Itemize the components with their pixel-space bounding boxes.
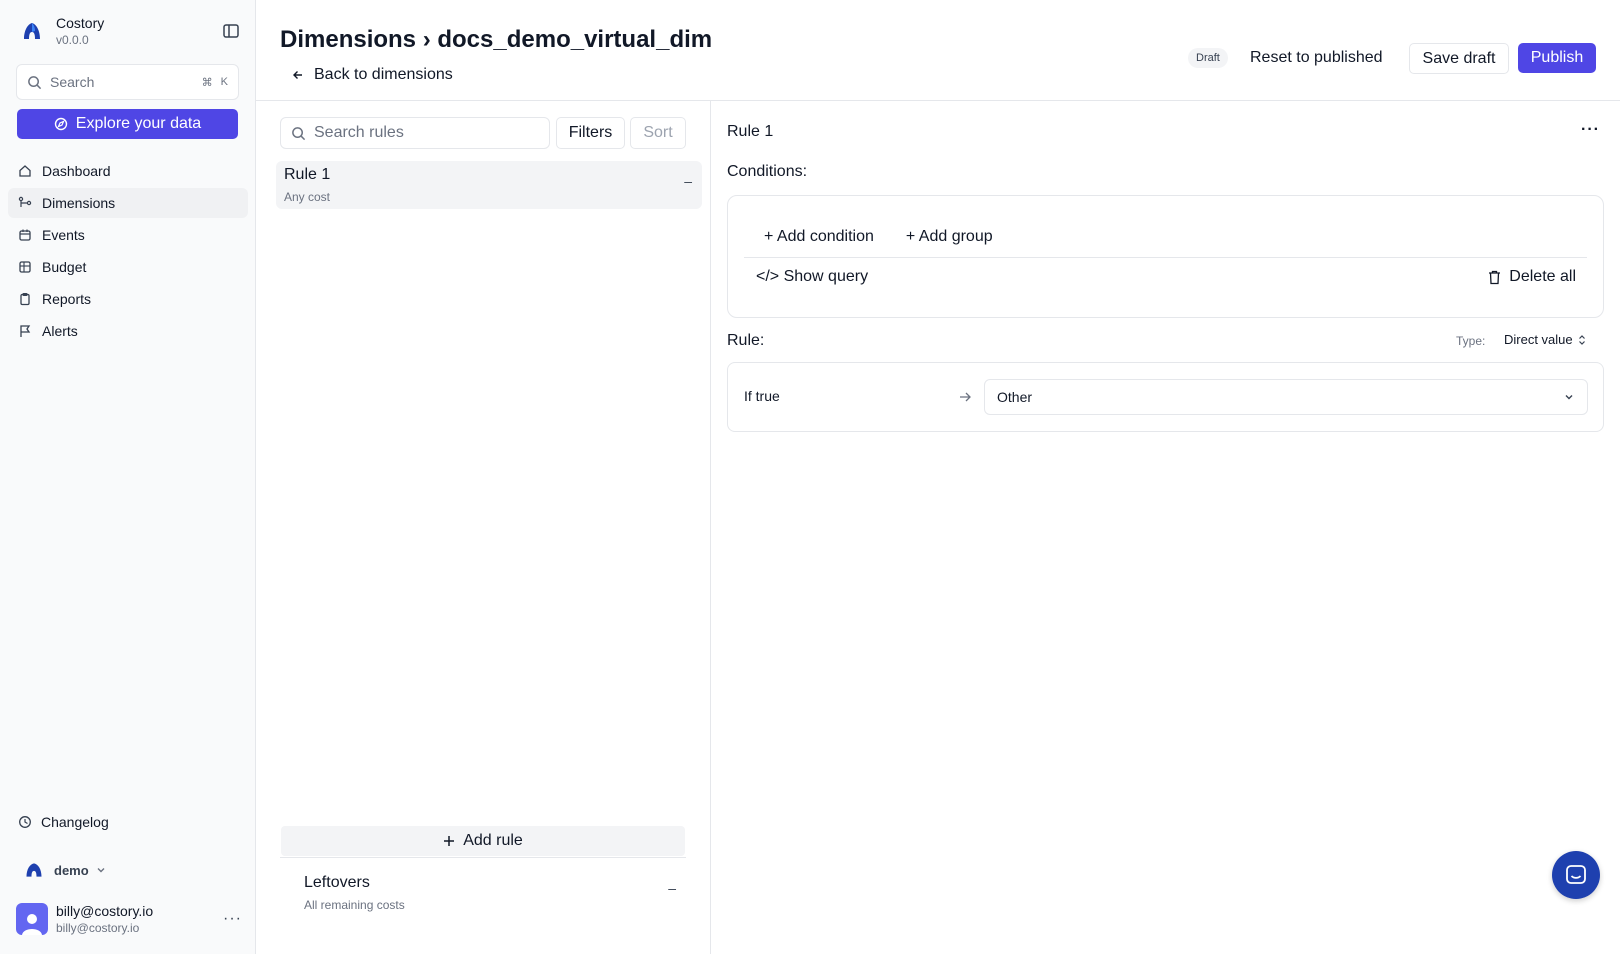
- leftovers-name: Leftovers: [304, 874, 370, 891]
- user-name: billy@costory.io: [56, 903, 154, 919]
- page-title: Dimensions › docs_demo_virtual_dim: [280, 26, 713, 53]
- delete-all-label: Delete all: [1509, 268, 1576, 285]
- compass-icon: [54, 117, 67, 131]
- search-rules-input[interactable]: [314, 124, 534, 142]
- sidebar-toggle-icon[interactable]: [222, 22, 240, 40]
- add-rule-label: Add rule: [463, 832, 523, 849]
- history-icon: [19, 816, 31, 828]
- plus-icon: [444, 836, 455, 846]
- value-select[interactable]: Other: [984, 379, 1588, 415]
- rule-description: Any cost: [284, 190, 331, 204]
- brand[interactable]: Costory v0.0.0: [20, 14, 104, 48]
- rule-name: Rule 1: [284, 166, 331, 183]
- brand-version: v0.0.0: [56, 33, 89, 47]
- rule-list-item[interactable]: Rule 1 Any cost –: [276, 161, 702, 209]
- user-profile[interactable]: billy@costory.io billy@costory.io ···: [16, 902, 244, 936]
- explore-label: Explore your data: [75, 115, 202, 132]
- org-logo-icon: [26, 863, 42, 877]
- user-email: billy@costory.io: [56, 921, 140, 935]
- kbd-k: K: [220, 76, 228, 88]
- sidebar-item-dashboard[interactable]: Dashboard: [8, 156, 248, 186]
- more-options-button[interactable]: ···: [1581, 121, 1600, 139]
- user-menu-button[interactable]: ···: [223, 910, 242, 928]
- collapse-icon[interactable]: –: [684, 173, 692, 189]
- dimensions-icon: [18, 196, 32, 207]
- kbd-cmd: ⌘: [201, 76, 213, 89]
- table-icon: [19, 261, 31, 273]
- rule-title: Rule 1: [727, 123, 774, 140]
- explore-data-button[interactable]: Explore your data: [17, 109, 238, 139]
- rule-detail-panel: Rule 1 ··· Conditions: + Add condition +…: [711, 101, 1620, 954]
- arrow-right-icon: [960, 392, 971, 402]
- chat-support-button[interactable]: [1552, 851, 1600, 899]
- trash-icon: [1489, 270, 1501, 284]
- calendar-icon: [19, 229, 31, 241]
- rules-search[interactable]: [280, 117, 550, 149]
- type-value: Direct value: [1504, 332, 1573, 347]
- back-label: Back to dimensions: [314, 66, 453, 83]
- search-icon: [28, 75, 42, 89]
- value-select-value: Other: [997, 389, 1033, 405]
- collapse-icon[interactable]: –: [668, 880, 676, 896]
- org-name: demo: [54, 862, 89, 878]
- leftovers-item[interactable]: Leftovers All remaining costs –: [280, 857, 686, 921]
- publish-button[interactable]: Publish: [1518, 43, 1596, 73]
- org-switcher[interactable]: demo: [24, 860, 107, 880]
- chevron-down-icon: [97, 868, 105, 873]
- back-to-dimensions-link[interactable]: Back to dimensions: [292, 66, 453, 84]
- brand-name: Costory: [56, 15, 105, 31]
- search-icon: [292, 126, 306, 140]
- reset-to-published-button[interactable]: Reset to published: [1250, 45, 1383, 71]
- chevron-up-down-icon: [1578, 334, 1585, 345]
- conditions-label: Conditions:: [727, 163, 808, 180]
- search-label: Search: [50, 74, 95, 90]
- add-group-button[interactable]: + Add group: [906, 228, 993, 246]
- sidebar-item-label: Dashboard: [42, 163, 111, 179]
- sort-button[interactable]: Sort: [630, 117, 686, 149]
- sidebar-item-label: Dimensions: [42, 195, 116, 211]
- filters-button[interactable]: Filters: [556, 117, 625, 149]
- status-badge: Draft: [1188, 48, 1228, 68]
- sidebar-item-reports[interactable]: Reports: [8, 284, 248, 314]
- chat-icon: [1566, 865, 1586, 884]
- add-condition-button[interactable]: + Add condition: [764, 228, 874, 246]
- home-icon: [19, 165, 31, 177]
- rules-panel: Filters Sort Rule 1 Any cost – Add rule …: [256, 101, 711, 954]
- conditions-box: + Add condition + Add group </> Show que…: [727, 195, 1604, 318]
- sidebar: Costory v0.0.0 Search ⌘ K Explore your d…: [0, 0, 256, 954]
- show-query-button[interactable]: </> Show query: [756, 268, 868, 286]
- sidebar-nav: Dashboard Dimensions Events Budget Repor…: [8, 156, 248, 348]
- costory-logo-icon: [24, 23, 40, 39]
- clipboard-icon: [20, 292, 30, 306]
- sidebar-item-alerts[interactable]: Alerts: [8, 316, 248, 346]
- save-draft-button[interactable]: Save draft: [1409, 43, 1509, 74]
- if-true-label: If true: [744, 388, 780, 404]
- chevron-down-icon: [1565, 395, 1573, 400]
- sidebar-item-label: Reports: [42, 291, 92, 307]
- rule-section-label: Rule:: [727, 332, 765, 349]
- sidebar-item-label: Alerts: [42, 323, 78, 339]
- avatar: [16, 903, 48, 935]
- add-rule-button[interactable]: Add rule: [281, 826, 685, 856]
- flag-icon: [20, 325, 31, 337]
- sidebar-item-dimensions[interactable]: Dimensions: [8, 188, 248, 218]
- arrow-left-icon: [293, 71, 302, 79]
- sidebar-item-events[interactable]: Events: [8, 220, 248, 250]
- rule-box: If true Other: [727, 362, 1604, 432]
- sidebar-item-label: Events: [42, 227, 85, 243]
- sidebar-search[interactable]: Search ⌘ K: [16, 64, 239, 100]
- page-header: Dimensions › docs_demo_virtual_dim Back …: [256, 0, 1620, 101]
- changelog-label: Changelog: [41, 814, 109, 830]
- sidebar-item-label: Budget: [42, 259, 87, 275]
- condition-actions: + Add condition + Add group: [744, 216, 1587, 258]
- user-avatar-icon: [22, 914, 42, 935]
- delete-all-button[interactable]: Delete all: [1488, 268, 1576, 286]
- type-label: Type:: [1456, 334, 1486, 348]
- leftovers-description: All remaining costs: [304, 898, 405, 912]
- sidebar-item-budget[interactable]: Budget: [8, 252, 248, 282]
- type-select[interactable]: Direct value: [1504, 332, 1587, 347]
- changelog-link[interactable]: Changelog: [18, 814, 109, 830]
